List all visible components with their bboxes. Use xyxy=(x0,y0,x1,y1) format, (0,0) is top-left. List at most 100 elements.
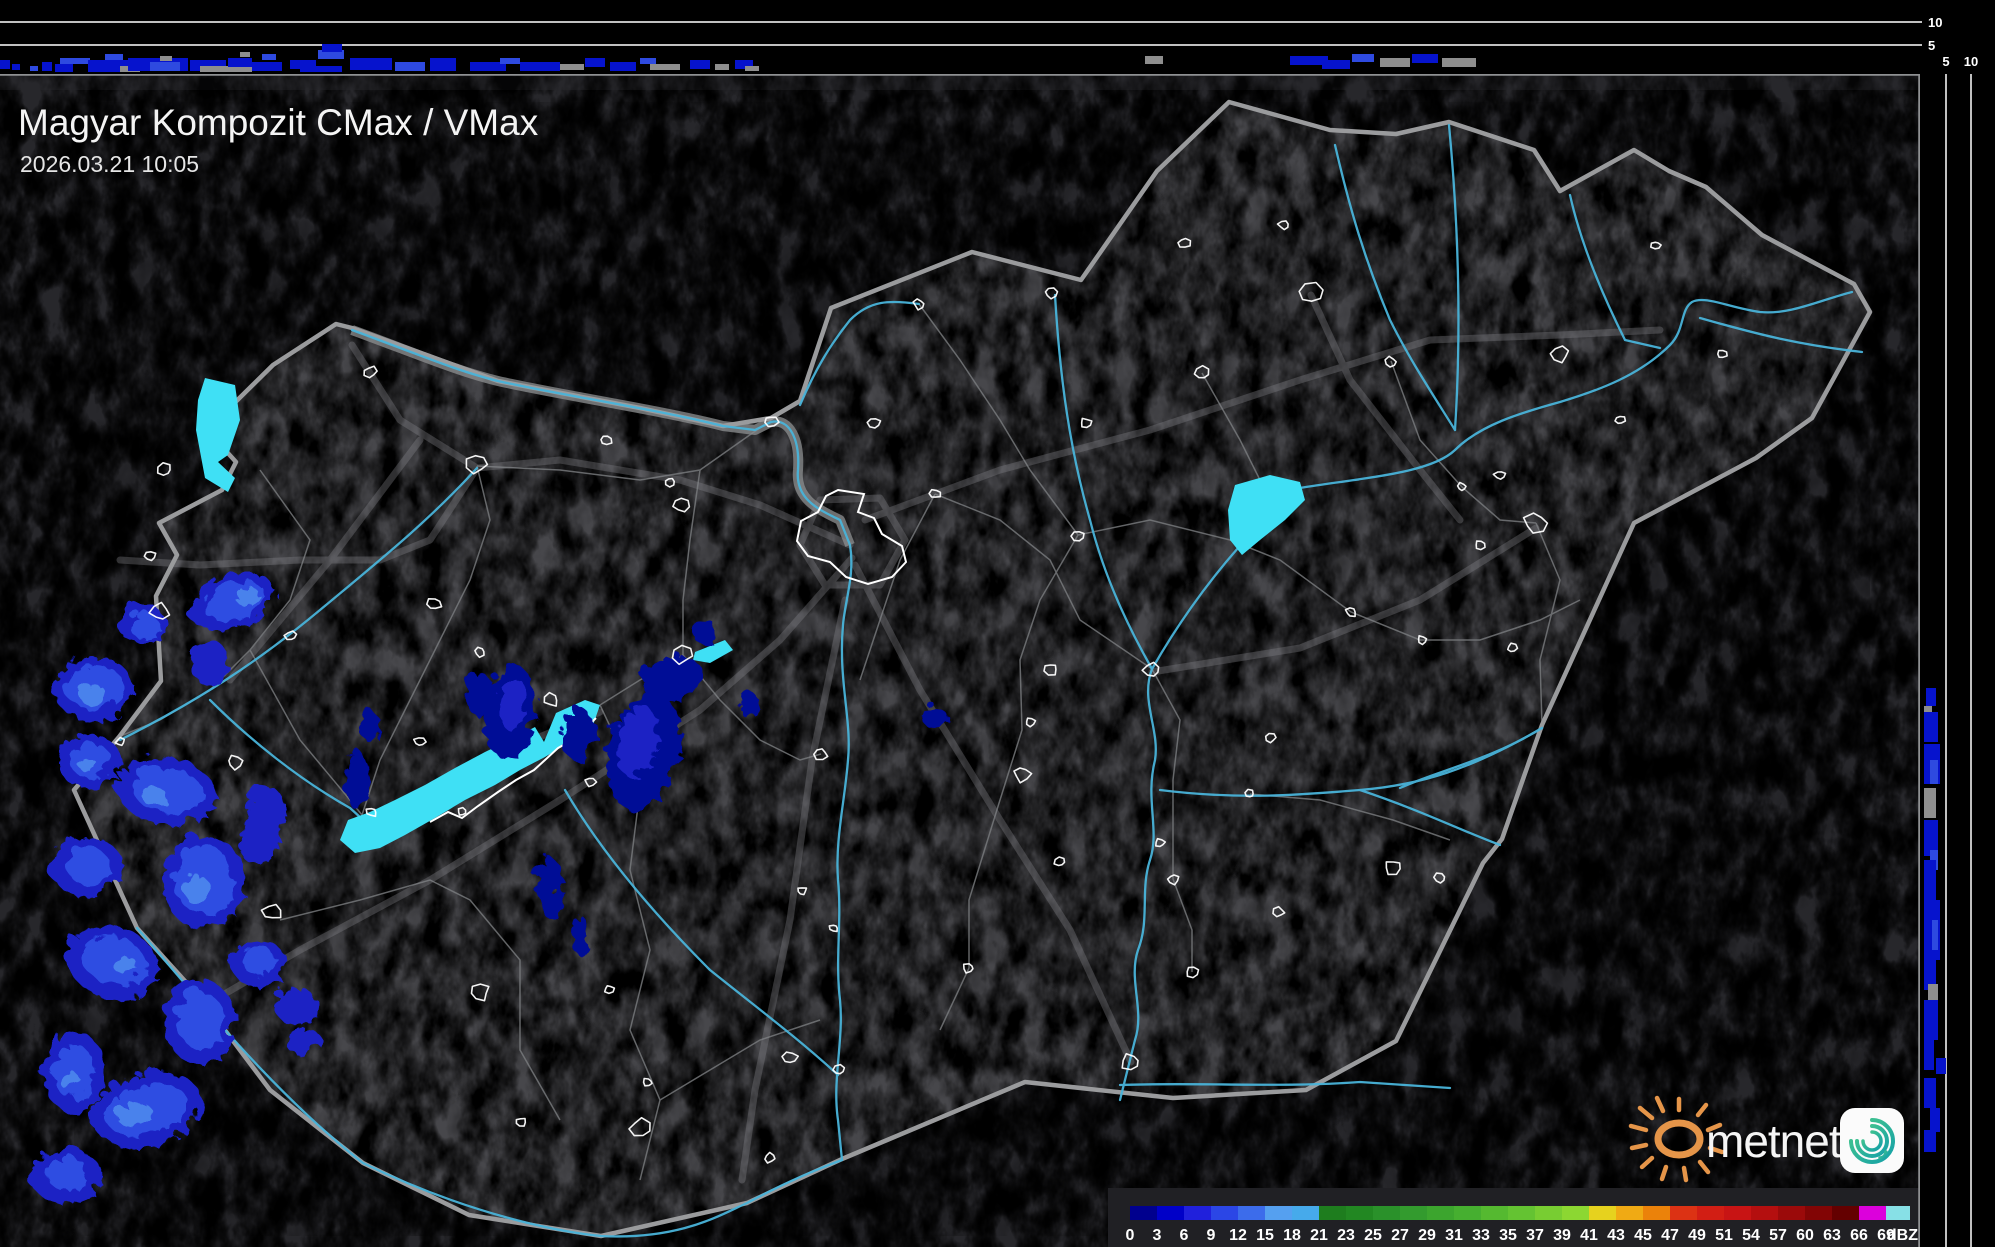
echo-block xyxy=(1928,984,1938,1000)
legend-swatch xyxy=(1616,1206,1643,1220)
echo-block xyxy=(1924,788,1936,818)
legend-swatch xyxy=(1778,1206,1805,1220)
echo-block xyxy=(395,62,425,71)
legend-tick-label: 43 xyxy=(1607,1227,1625,1244)
precip-cell xyxy=(239,944,273,972)
legend-tick-label: 27 xyxy=(1391,1227,1409,1244)
echo-block xyxy=(650,64,680,70)
legend-tick-label: 60 xyxy=(1796,1227,1814,1244)
legend-tick-label: 37 xyxy=(1526,1227,1544,1244)
legend-tick-label: 45 xyxy=(1634,1227,1652,1244)
echo-block xyxy=(30,66,38,71)
echo-block xyxy=(1924,860,1936,900)
page-title: Magyar Kompozit CMax / VMax xyxy=(18,102,539,143)
echo-block xyxy=(262,54,276,60)
legend-swatch xyxy=(1535,1206,1562,1220)
echo-block xyxy=(0,60,10,69)
legend-swatch xyxy=(1454,1206,1481,1220)
legend-tick-label: 39 xyxy=(1553,1227,1571,1244)
legend-tick-label: 47 xyxy=(1661,1227,1679,1244)
echo-block xyxy=(1322,60,1350,69)
legend-tick-label: 33 xyxy=(1472,1227,1490,1244)
metnet-app-icon xyxy=(1840,1108,1904,1173)
echo-block xyxy=(42,62,52,71)
legend-tick-label: 57 xyxy=(1769,1227,1787,1244)
echo-block xyxy=(322,44,342,52)
echo-block xyxy=(1924,1130,1936,1152)
echo-block xyxy=(1926,688,1936,706)
echo-block xyxy=(60,58,90,64)
precip-cell xyxy=(173,989,221,1045)
legend-tick-label: 18 xyxy=(1283,1227,1301,1244)
legend-labels: 0 3 6 9 12 15 18 21 23 25 27 29 31 33 35 37 39 41 43 45 47 49… xyxy=(1126,1227,1895,1244)
legend-tick-label: 6 xyxy=(1180,1227,1189,1244)
echo-block xyxy=(160,56,172,61)
echo-block xyxy=(1930,760,1938,784)
echo-block xyxy=(12,64,20,70)
legend-tick-label: 21 xyxy=(1310,1227,1328,1244)
legend-swatch xyxy=(1751,1206,1778,1220)
legend-tick-label: 31 xyxy=(1445,1227,1463,1244)
legend-tick-label: 0 xyxy=(1126,1227,1135,1244)
echo-block xyxy=(610,62,636,71)
precip-cell xyxy=(735,686,753,714)
legend-swatch xyxy=(1697,1206,1724,1220)
legend-swatch xyxy=(1427,1206,1454,1220)
legend-swatch xyxy=(1346,1206,1373,1220)
echo-block xyxy=(715,64,729,70)
legend-unit: dBZ xyxy=(1887,1227,1918,1244)
echo-block xyxy=(690,60,710,69)
top-profile-label-5: 5 xyxy=(1928,38,1935,53)
echo-block xyxy=(500,58,520,64)
precip-cell xyxy=(62,844,106,880)
legend-tick-label: 3 xyxy=(1153,1227,1162,1244)
echo-block xyxy=(1930,1108,1940,1132)
legend-tick-label: 25 xyxy=(1364,1227,1382,1244)
legend-tick-label: 29 xyxy=(1418,1227,1436,1244)
legend-swatch xyxy=(1292,1206,1319,1220)
legend-tick-label: 49 xyxy=(1688,1227,1706,1244)
legend-swatch xyxy=(1508,1206,1535,1220)
echo-block xyxy=(1936,1058,1946,1074)
precip-cell xyxy=(340,745,364,805)
legend-tick-label: 9 xyxy=(1207,1227,1216,1244)
precip-cell xyxy=(917,703,943,723)
echo-block xyxy=(150,62,180,71)
echo-block xyxy=(252,62,282,71)
side-profile-panel: 5 10 xyxy=(1922,54,1995,1247)
side-profile-background xyxy=(1922,72,1995,1247)
legend-swatch xyxy=(1157,1206,1184,1220)
radar-scene: Magyar Kompozit CMax / VMax 2026.03.21 1… xyxy=(0,0,1995,1247)
legend-swatch xyxy=(1859,1206,1886,1220)
precip-cell xyxy=(42,1154,86,1186)
legend-swatch xyxy=(1481,1206,1508,1220)
legend-swatch xyxy=(1400,1206,1427,1220)
legend-swatch xyxy=(1130,1206,1157,1220)
echo-block xyxy=(1924,1040,1934,1070)
legend-swatch xyxy=(1886,1206,1910,1220)
logo-text: metnet xyxy=(1706,1115,1842,1167)
precip-cell xyxy=(74,753,92,767)
legend-swatch xyxy=(1238,1206,1265,1220)
legend-tick-label: 63 xyxy=(1823,1227,1841,1244)
dbz-legend: 0 3 6 9 12 15 18 21 23 25 27 29 31 33 35 37 39 41 43 45 47 49… xyxy=(1108,1188,1920,1247)
echo-block xyxy=(105,54,123,60)
echo-block xyxy=(585,58,605,67)
echo-block xyxy=(350,58,392,70)
legend-swatch xyxy=(1724,1206,1751,1220)
echo-block xyxy=(1352,54,1374,62)
legend-swatch xyxy=(1562,1206,1589,1220)
precip-cell xyxy=(74,680,102,700)
legend-swatch xyxy=(1832,1206,1859,1220)
precip-cell xyxy=(270,984,314,1020)
legend-tick-label: 23 xyxy=(1337,1227,1355,1244)
legend-swatch xyxy=(1670,1206,1697,1220)
echo-block xyxy=(560,64,584,70)
precip-cell xyxy=(357,706,375,738)
precip-cell xyxy=(569,912,585,952)
radar-composite-screen: Magyar Kompozit CMax / VMax 2026.03.21 1… xyxy=(0,0,1995,1247)
precip-cell xyxy=(180,871,206,901)
legend-tick-label: 54 xyxy=(1742,1227,1760,1244)
legend-tick-label: 51 xyxy=(1715,1227,1733,1244)
legend-tick-label: 41 xyxy=(1580,1227,1598,1244)
